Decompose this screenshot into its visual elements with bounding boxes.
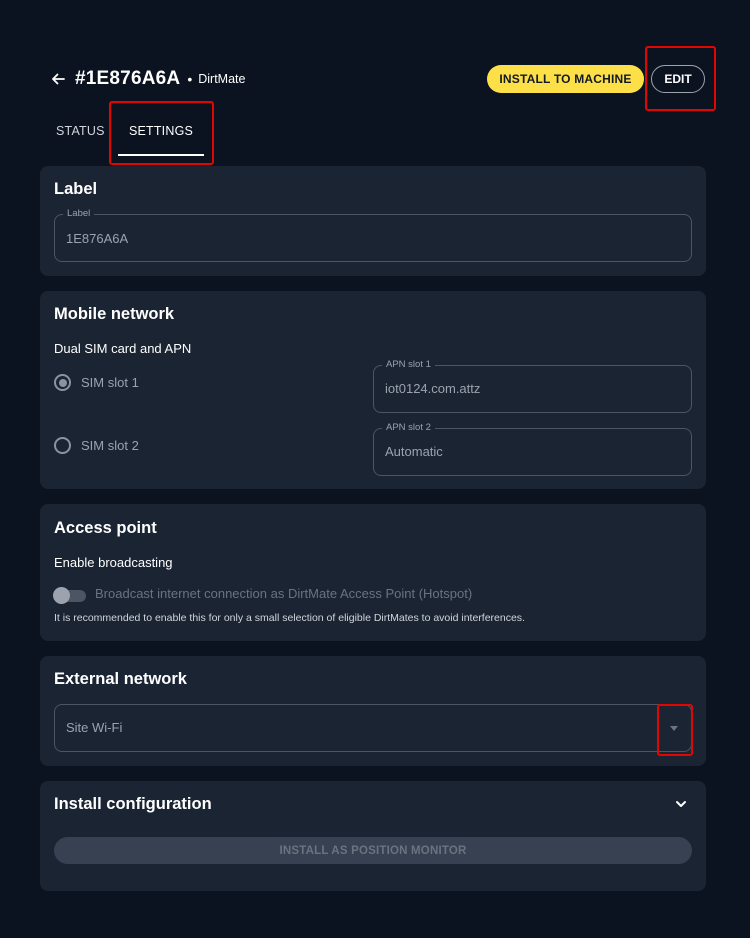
label-card: Label Label 1E876A6A	[40, 166, 706, 276]
external-network-title: External network	[54, 670, 187, 688]
radio-unselected-icon	[54, 437, 71, 454]
sim-slot-2-label: SIM slot 2	[81, 438, 139, 453]
tab-settings[interactable]: SETTINGS	[118, 118, 204, 156]
toggle-knob	[53, 587, 70, 604]
apn-slot-2-legend: APN slot 2	[382, 422, 435, 433]
apn-slot-1-value: iot0124.com.attz	[385, 381, 481, 396]
external-network-card: External network Site Wi-Fi	[40, 656, 706, 766]
label-card-title: Label	[54, 180, 98, 198]
install-to-machine-button[interactable]: INSTALL TO MACHINE	[487, 65, 644, 93]
separator-dot: •	[187, 71, 193, 87]
sim-slot-2-radio[interactable]: SIM slot 2	[54, 437, 139, 454]
caret-down-icon[interactable]	[670, 726, 678, 731]
device-type: DirtMate	[198, 72, 246, 86]
broadcast-toggle-label: Broadcast internet connection as DirtMat…	[95, 586, 473, 601]
access-point-card: Access point Enable broadcasting Broadca…	[40, 504, 706, 641]
enable-broadcasting-label: Enable broadcasting	[54, 555, 173, 570]
sim-slot-1-label: SIM slot 1	[81, 375, 139, 390]
radio-selected-icon	[54, 374, 71, 391]
label-field[interactable]: Label 1E876A6A	[54, 208, 692, 262]
apn-slot-1-legend: APN slot 1	[382, 359, 435, 370]
apn-slot-2-value: Automatic	[385, 444, 443, 459]
mobile-network-card: Mobile network Dual SIM card and APN SIM…	[40, 291, 706, 489]
tab-bar: STATUS SETTINGS	[52, 118, 204, 156]
page-header: #1E876A6A • DirtMate INSTALL TO MACHINE …	[50, 65, 710, 93]
tab-status[interactable]: STATUS	[52, 118, 104, 156]
dual-sim-label: Dual SIM card and APN	[54, 341, 192, 356]
label-field-value: 1E876A6A	[66, 231, 129, 246]
sim-slot-1-radio[interactable]: SIM slot 1	[54, 374, 139, 391]
arrow-left-icon[interactable]	[50, 71, 66, 87]
edit-button[interactable]: EDIT	[651, 65, 705, 93]
mobile-network-title: Mobile network	[54, 305, 175, 323]
device-id: #1E876A6A	[75, 68, 181, 89]
chevron-down-icon[interactable]	[674, 797, 688, 811]
broadcast-toggle[interactable]	[53, 587, 86, 604]
external-network-value: Site Wi-Fi	[66, 720, 123, 735]
external-network-select[interactable]: Site Wi-Fi	[54, 704, 692, 752]
install-config-card: Install configuration INSTALL AS POSITIO…	[40, 781, 706, 891]
install-position-monitor-button[interactable]: INSTALL AS POSITION MONITOR	[54, 837, 692, 864]
install-config-title: Install configuration	[54, 795, 212, 813]
broadcast-hint: It is recommended to enable this for onl…	[54, 612, 525, 624]
apn-slot-1-field[interactable]: APN slot 1 iot0124.com.attz	[373, 359, 692, 413]
label-field-legend: Label	[63, 208, 95, 219]
access-point-title: Access point	[54, 519, 157, 537]
apn-slot-2-field[interactable]: APN slot 2 Automatic	[373, 422, 692, 476]
